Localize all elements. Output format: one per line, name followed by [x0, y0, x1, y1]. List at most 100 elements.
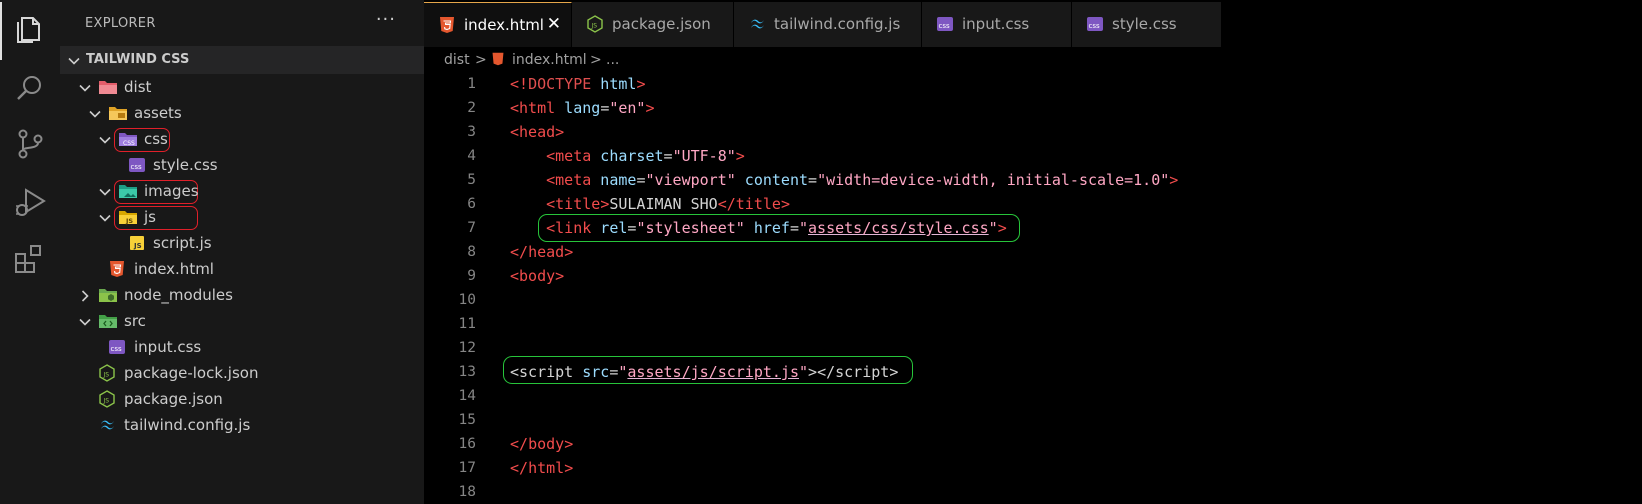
css-file-icon: css [936, 15, 954, 33]
breadcrumb-dist[interactable]: dist [444, 52, 470, 68]
code-token: "viewport" [645, 171, 736, 189]
tree-file-tailwind-config-js[interactable]: tailwind.config.js [60, 412, 424, 438]
tree-folder-images[interactable]: images [60, 178, 424, 204]
code-token: rel [591, 219, 628, 237]
tree-file-package-lock-json[interactable]: JS package-lock.json [60, 360, 424, 386]
code-token: src [573, 363, 610, 381]
js-file-icon: JS [128, 234, 148, 252]
folder-src-icon [98, 312, 118, 330]
tree-file-input-css[interactable]: css input.css [60, 334, 424, 360]
tree-file-script-js[interactable]: JS script.js [60, 230, 424, 256]
code-token: < [546, 195, 556, 213]
nodejs-file-icon: JS [98, 390, 118, 408]
workspace-section-header[interactable]: TAILWIND CSS [60, 46, 424, 74]
folder-node-icon [98, 286, 118, 304]
tab-label: package.json [612, 15, 711, 33]
code-token: script [835, 363, 890, 381]
search-icon[interactable] [12, 70, 48, 106]
svg-text:css: css [131, 163, 142, 171]
line-number: 11 [458, 316, 476, 332]
chevron-down-icon [98, 210, 112, 229]
code-token: > [564, 243, 574, 261]
tree-folder-assets[interactable]: assets [60, 100, 424, 126]
tailwind-file-icon [748, 15, 766, 33]
explorer-header: EXPLORER ··· [60, 0, 424, 46]
tree-label: style.css [153, 156, 218, 174]
run-debug-icon[interactable] [12, 184, 48, 220]
tab-index-html[interactable]: index.html ✕ [424, 2, 572, 47]
code-token: "UTF-8" [672, 147, 736, 165]
code-token: > [600, 195, 610, 213]
tree-folder-src[interactable]: src [60, 308, 424, 334]
code-token: > [1169, 171, 1179, 189]
breadcrumb-index-html[interactable]: index.html [512, 52, 587, 68]
css-file-icon: css [1086, 15, 1104, 33]
tree-label: script.js [153, 234, 212, 252]
code-token: > [636, 75, 646, 93]
code-token: = [789, 219, 799, 237]
svg-text:JS: JS [103, 372, 110, 379]
chevron-down-icon [78, 314, 92, 333]
line-number: 4 [467, 148, 476, 164]
chevron-down-icon [78, 80, 92, 99]
css-file-icon: css [128, 156, 148, 174]
code-token: < [546, 147, 556, 165]
code-token: content [735, 171, 809, 189]
code-line: 17 </html> [424, 456, 1642, 480]
line-number: 3 [467, 124, 476, 140]
line-number: 1 [467, 76, 476, 92]
nodejs-file-icon: JS [98, 364, 118, 382]
tree-folder-css[interactable]: CSS css [60, 126, 424, 152]
svg-text:JS: JS [591, 23, 598, 30]
code-line: 14 [424, 384, 1642, 408]
code-token: = [663, 147, 673, 165]
code-token: > [564, 435, 574, 453]
css-file-icon: css [108, 338, 128, 356]
editor-area: index.html ✕ JS package.json tailwind.co… [424, 0, 1642, 504]
more-actions-button[interactable]: ··· [376, 9, 396, 30]
tab-input-css[interactable]: css input.css [922, 2, 1072, 47]
line-number: 9 [467, 268, 476, 284]
code-token: SULAIMAN SHO [609, 195, 718, 213]
code-token: </ [510, 435, 529, 453]
breadcrumb-ellipsis[interactable]: ... [606, 52, 619, 68]
code-line: 5 <meta name="viewport" content="width=d… [424, 168, 1642, 192]
svg-text:CSS: CSS [123, 140, 135, 147]
code-token: href [744, 219, 790, 237]
code-line: 4 <meta charset="UTF-8"> [424, 144, 1642, 168]
tree-folder-js[interactable]: JS js [60, 204, 424, 230]
code-token: "width=device-width, initial-scale=1.0" [817, 171, 1170, 189]
tab-package-json[interactable]: JS package.json [572, 2, 734, 47]
activity-bar [0, 0, 60, 504]
code-token: head [519, 123, 556, 141]
code-token: meta [555, 171, 592, 189]
folder-css-icon: CSS [118, 130, 138, 148]
tree-folder-node-modules[interactable]: node_modules [60, 282, 424, 308]
tree-folder-dist[interactable]: dist [60, 74, 424, 100]
code-token: "stylesheet" [636, 219, 745, 237]
close-tab-icon[interactable]: ✕ [547, 14, 561, 34]
code-token: body [519, 267, 556, 285]
code-line: 3 <head> [424, 120, 1642, 144]
code-line: 16 </body> [424, 432, 1642, 456]
code-token: < [546, 171, 556, 189]
chevron-down-icon [67, 53, 81, 72]
code-link-script[interactable]: assets/js/script.js [627, 363, 799, 381]
source-control-icon[interactable] [12, 126, 48, 162]
folder-dist-icon [98, 78, 118, 96]
code-token: lang [555, 99, 601, 117]
tab-style-css[interactable]: css style.css [1072, 2, 1222, 47]
tab-tailwind-config-js[interactable]: tailwind.config.js [734, 2, 922, 47]
tree-label: images [144, 182, 199, 200]
tree-file-package-json[interactable]: JS package.json [60, 386, 424, 412]
code-link-stylesheet[interactable]: assets/css/style.css [808, 219, 989, 237]
svg-text:css: css [1089, 22, 1100, 30]
tree-label: tailwind.config.js [124, 416, 251, 434]
extensions-icon[interactable] [12, 242, 48, 278]
explorer-files-icon[interactable] [12, 12, 48, 48]
chevron-right-icon [78, 288, 92, 307]
tree-file-index-html[interactable]: index.html [60, 256, 424, 282]
tree-file-style-css[interactable]: css style.css [60, 152, 424, 178]
line-number: 13 [458, 364, 476, 380]
